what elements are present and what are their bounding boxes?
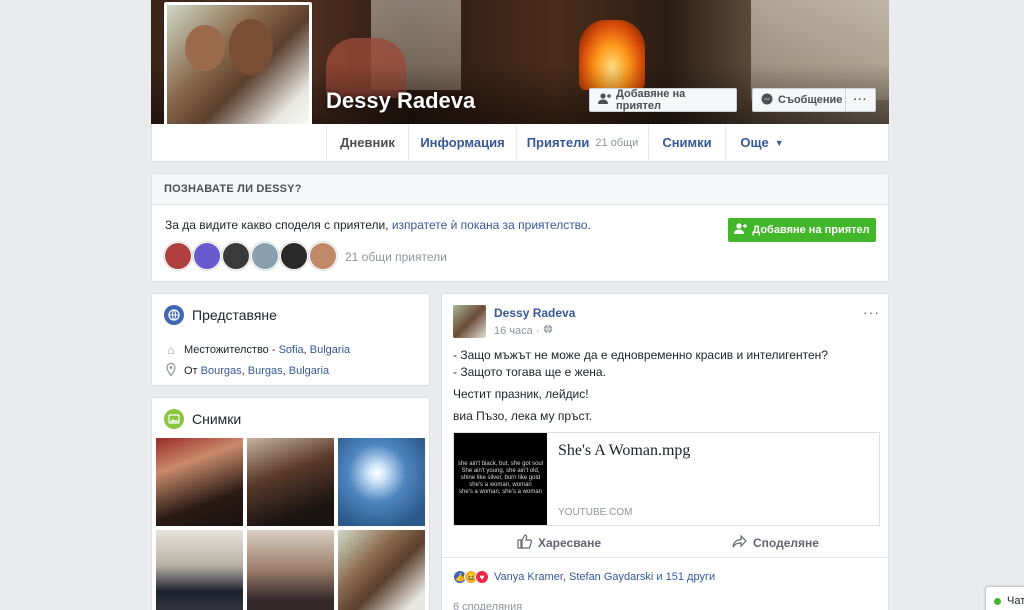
like-button[interactable]: Харесване [517, 528, 601, 558]
avatar[interactable] [453, 305, 486, 338]
globe-icon [164, 305, 184, 325]
post-text-line: - Защо мъжът не може да е едновременно к… [453, 348, 828, 362]
location-pin-icon [164, 362, 178, 379]
reactions-text[interactable]: Vanya Kramer, Stefan Gaydarski и 151 дру… [494, 571, 715, 583]
photo-thumbnail[interactable] [247, 530, 334, 610]
home-icon: ⌂ [167, 343, 175, 357]
tab-about[interactable]: Информация [409, 124, 517, 161]
messenger-icon [761, 93, 773, 108]
profile-name[interactable]: Dessy Radeva [326, 88, 475, 114]
intro-card: Представяне ⌂ Местожителство - Sofia, Bu… [151, 293, 430, 386]
tab-more[interactable]: Още ▼ [726, 124, 798, 161]
do-you-know-heading: ПОЗНАВАТЕ ЛИ DESSY? [152, 174, 888, 205]
thumbs-up-icon [517, 534, 532, 552]
avatar[interactable] [222, 242, 250, 270]
post-card: Dessy Radeva 16 часа · ··· - Защо мъжът … [441, 293, 889, 610]
friends-count: 21 общи [595, 136, 639, 149]
post-options-icon[interactable]: ··· [863, 304, 880, 320]
love-reaction-icon: ♥ [475, 570, 489, 584]
avatar[interactable] [251, 242, 279, 270]
post-text-line: - Защото тогава ще е жена. [453, 365, 606, 379]
tab-timeline[interactable]: Дневник [327, 124, 409, 161]
photos-card: Снимки [151, 397, 430, 610]
add-friend-button[interactable]: Добавяне на приятел [589, 88, 737, 112]
add-friend-icon [598, 93, 611, 107]
intro-title: Представяне [164, 305, 277, 325]
link-preview[interactable]: she ain't black, but, she got soul She a… [453, 432, 880, 526]
hometown-country-link[interactable]: Bulgaria [289, 365, 329, 377]
add-friend-icon [734, 223, 748, 237]
avatar[interactable] [280, 242, 308, 270]
post-text-line: Честит празник, лейдис! [453, 387, 589, 401]
tab-photos[interactable]: Снимки [649, 124, 726, 161]
more-options-button[interactable]: ··· [845, 88, 876, 112]
photos-title[interactable]: Снимки [164, 409, 241, 429]
photo-thumbnail[interactable] [156, 530, 243, 610]
mutual-friends-avatars [164, 242, 337, 270]
photo-thumbnail[interactable] [156, 438, 243, 526]
post-author[interactable]: Dessy Radeva [494, 306, 575, 320]
hometown-row: От Bourgas, Burgas, Bulgaria [164, 362, 329, 379]
shares-count[interactable]: 6 споделяния [453, 601, 522, 610]
online-status-icon [994, 597, 1001, 605]
profile-tabbar: Дневник Информация Приятели 21 общи Снимк… [151, 124, 889, 162]
photo-icon [164, 409, 184, 429]
video-thumbnail[interactable]: she ain't black, but, she got soul She a… [454, 433, 547, 525]
avatar[interactable] [309, 242, 337, 270]
do-you-know-panel: ПОЗНАВАТЕ ЛИ DESSY? За да видите какво с… [151, 173, 889, 282]
link-domain: YOUTUBE.COM [558, 507, 633, 518]
link-title[interactable]: She's A Woman.mpg [558, 442, 690, 460]
residence-city-link[interactable]: Sofia [279, 344, 304, 356]
add-friend-button-green[interactable]: Добавяне на приятел [728, 218, 876, 242]
hometown-region-link[interactable]: Burgas [248, 365, 283, 377]
chevron-down-icon: ▼ [774, 137, 784, 148]
photo-thumbnail[interactable] [338, 438, 425, 526]
do-you-know-text: За да видите какво споделя с приятели, и… [165, 218, 591, 232]
reactions-summary[interactable]: 👍 😆 ♥ Vanya Kramer, Stefan Gaydarski и 1… [453, 570, 715, 584]
message-label: Съобщение [778, 94, 843, 106]
photo-thumbnail[interactable] [338, 530, 425, 610]
message-button[interactable]: Съобщение [752, 88, 846, 112]
photo-thumbnail[interactable] [247, 438, 334, 526]
chat-tab[interactable]: Чат [985, 586, 1024, 610]
share-arrow-icon [732, 534, 747, 552]
residence-country-link[interactable]: Bulgaria [310, 344, 350, 356]
mutual-friends-count[interactable]: 21 общи приятели [345, 250, 447, 264]
post-timestamp[interactable]: 16 часа · [494, 324, 553, 337]
profile-photo-image [167, 5, 309, 143]
tab-friends[interactable]: Приятели 21 общи [517, 124, 649, 161]
photo-grid [156, 438, 425, 610]
post-text-line: виа Пъзо, лека му пръст. [453, 409, 593, 423]
globe-icon [543, 324, 553, 337]
share-button[interactable]: Споделяне [732, 528, 819, 558]
post-actions: Харесване Споделяне [442, 528, 888, 558]
send-friend-request-link[interactable]: изпратете ѝ покана за приятелство. [392, 218, 591, 232]
avatar[interactable] [193, 242, 221, 270]
add-friend-label: Добавяне на приятел [616, 88, 686, 112]
avatar[interactable] [164, 242, 192, 270]
hometown-city-link[interactable]: Bourgas [201, 365, 242, 377]
residence-row: ⌂ Местожителство - Sofia, Bulgaria [164, 343, 350, 357]
